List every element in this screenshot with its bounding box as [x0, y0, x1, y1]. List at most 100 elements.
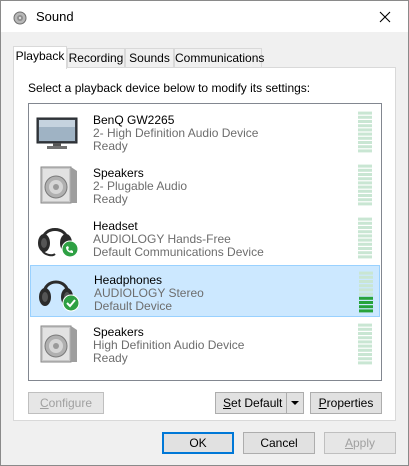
- meter-segment: [358, 168, 372, 172]
- speaker-icon: [40, 166, 77, 204]
- close-button[interactable]: [362, 1, 408, 32]
- meter-segment: [358, 145, 372, 149]
- device-row[interactable]: Speakers 2- Plugable Audio Ready: [30, 159, 380, 211]
- meter-segment: [358, 128, 372, 132]
- device-status: Default Communications Device: [93, 245, 264, 259]
- meter-segment: [358, 185, 372, 189]
- device-status: Ready: [93, 139, 128, 153]
- device-row[interactable]: Headset AUDIOLOGY Hands-Free Default Com…: [30, 212, 380, 264]
- device-row[interactable]: BenQ GW2265 2- High Definition Audio Dev…: [30, 106, 380, 158]
- check-badge-icon: [62, 294, 80, 312]
- meter-segment: [358, 141, 372, 144]
- meter-segment: [358, 124, 372, 128]
- meter-segment: [359, 296, 373, 300]
- meter-segment: [359, 288, 373, 292]
- meter-segment: [358, 132, 372, 136]
- close-icon: [379, 11, 391, 22]
- ok-button[interactable]: OK: [162, 432, 234, 454]
- device-subtitle: 2- Plugable Audio: [93, 179, 188, 193]
- device-name: Headphones: [94, 273, 163, 287]
- meter-segment: [358, 149, 372, 153]
- configure-button[interactable]: Configure: [28, 392, 104, 414]
- meter-segment: [358, 361, 372, 365]
- meter-segment: [358, 238, 372, 242]
- device-subtitle: 2- High Definition Audio Device: [93, 126, 259, 140]
- device-status: Ready: [93, 192, 128, 206]
- set-default-dropdown[interactable]: [286, 393, 303, 413]
- device-name: Speakers: [93, 166, 144, 180]
- speaker-icon: [40, 325, 77, 363]
- meter-segment: [358, 234, 372, 238]
- meter-segment: [358, 173, 372, 176]
- set-default-button[interactable]: Set Default: [215, 392, 304, 414]
- meter-segment: [358, 242, 372, 246]
- meter-segment: [358, 251, 372, 255]
- meter-segment: [358, 353, 372, 356]
- device-list[interactable]: BenQ GW2265 2- High Definition Audio Dev…: [28, 103, 382, 381]
- meter-segment: [358, 357, 372, 361]
- meter-segment: [358, 202, 372, 206]
- chevron-down-icon: [291, 401, 299, 405]
- window-title: Sound: [36, 9, 74, 24]
- level-meter: [358, 217, 372, 259]
- meter-segment: [358, 230, 372, 234]
- phone-badge-icon: [61, 240, 79, 258]
- device-name: Speakers: [93, 325, 144, 339]
- device-subtitle: AUDIOLOGY Hands-Free: [93, 232, 231, 246]
- meter-segment: [358, 194, 372, 197]
- instruction-text: Select a playback device below to modify…: [28, 81, 311, 95]
- meter-segment: [359, 284, 373, 288]
- meter-segment: [358, 164, 372, 168]
- device-name: BenQ GW2265: [93, 113, 175, 127]
- playback-panel: Select a playback device below to modify…: [13, 67, 396, 421]
- speaker-title-icon: [13, 11, 27, 25]
- device-name: Headset: [93, 219, 138, 233]
- device-subtitle: High Definition Audio Device: [93, 338, 245, 352]
- device-row[interactable]: Speakers High Definition Audio Device Re…: [30, 318, 380, 370]
- meter-segment: [358, 177, 372, 181]
- meter-segment: [358, 332, 372, 335]
- meter-segment: [359, 305, 373, 309]
- meter-segment: [358, 120, 372, 123]
- meter-segment: [359, 280, 373, 283]
- title-bar: Sound: [1, 1, 408, 32]
- meter-segment: [358, 247, 372, 250]
- meter-segment: [358, 111, 372, 115]
- meter-segment: [358, 336, 372, 340]
- meter-segment: [358, 348, 372, 352]
- meter-segment: [359, 309, 373, 313]
- meter-segment: [358, 344, 372, 348]
- meter-segment: [358, 226, 372, 229]
- meter-segment: [358, 323, 372, 327]
- device-subtitle: AUDIOLOGY Stereo: [94, 286, 204, 300]
- level-meter: [358, 323, 372, 365]
- device-status: Ready: [93, 351, 128, 365]
- meter-segment: [359, 271, 373, 275]
- properties-button[interactable]: Properties: [310, 392, 382, 414]
- meter-segment: [358, 217, 372, 221]
- level-meter: [359, 271, 373, 313]
- meter-segment: [358, 189, 372, 193]
- meter-segment: [358, 136, 372, 140]
- meter-segment: [359, 292, 373, 296]
- tab-recording[interactable]: Recording: [67, 48, 125, 68]
- tab-playback[interactable]: Playback: [13, 46, 67, 69]
- level-meter: [358, 164, 372, 206]
- meter-segment: [359, 301, 373, 304]
- tab-sounds[interactable]: Sounds: [125, 48, 174, 68]
- meter-segment: [358, 327, 372, 331]
- tab-communications[interactable]: Communications: [174, 48, 264, 68]
- apply-button[interactable]: Apply: [324, 432, 396, 454]
- meter-segment: [358, 181, 372, 185]
- device-row-selected[interactable]: Headphones AUDIOLOGY Stereo Default Devi…: [30, 265, 380, 317]
- sound-dialog: Sound Playback Recording Sounds Communic…: [0, 0, 409, 466]
- device-status: Default Device: [94, 299, 173, 313]
- meter-segment: [358, 255, 372, 259]
- meter-segment: [358, 198, 372, 202]
- meter-segment: [358, 115, 372, 119]
- meter-segment: [358, 340, 372, 344]
- level-meter: [358, 111, 372, 153]
- monitor-icon: [36, 117, 78, 149]
- meter-segment: [359, 275, 373, 279]
- cancel-button[interactable]: Cancel: [243, 432, 315, 454]
